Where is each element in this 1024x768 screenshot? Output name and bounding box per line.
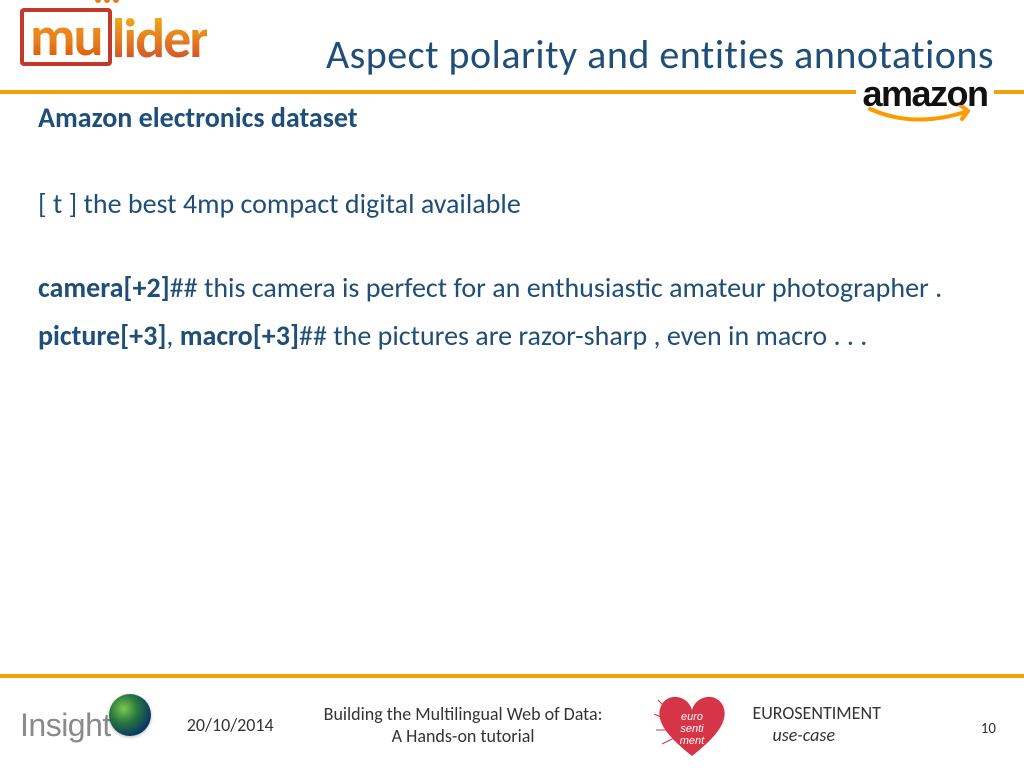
logo-mu-text: mu	[20, 8, 112, 66]
insight-text: Insight	[20, 707, 111, 744]
aspect-tag: picture[+3]	[38, 318, 166, 353]
para-text: ## this camera is perfect for an enthusi…	[170, 270, 942, 305]
footer-date: 20/10/2014	[187, 714, 274, 736]
eurosentiment-heart-icon: euro senti ment	[652, 690, 732, 760]
footer-title-line1: Building the Multilingual Web of Data:	[324, 703, 603, 726]
slide-content: Amazon electronics dataset [ t ] the bes…	[38, 100, 994, 365]
para-text: ## the pictures are razor-sharp , even i…	[299, 318, 867, 353]
logo-lider-text: lider	[112, 5, 208, 73]
eurosentiment-label: EUROSENTIMENT use-case	[752, 703, 880, 746]
slide-title: Aspect polarity and entities annotations	[326, 30, 994, 79]
aspect-tag: macro[+3]	[180, 318, 299, 353]
mulider-logo: mulider	[20, 5, 207, 73]
content-line-1: [ t ] the best 4mp compact digital avail…	[38, 185, 994, 223]
svg-text:euro: euro	[681, 711, 703, 723]
page-number: 10	[981, 720, 996, 738]
aspect-separator: ,	[166, 318, 179, 353]
svg-text:senti: senti	[681, 723, 705, 735]
globe-icon	[109, 694, 151, 736]
content-para-1: camera[+2]## this camera is perfect for …	[38, 268, 994, 309]
footer-title: Building the Multilingual Web of Data: A…	[324, 703, 603, 748]
amazon-text: amazon	[860, 80, 990, 109]
svg-text:ment: ment	[680, 735, 705, 747]
insight-logo: Insight	[20, 704, 157, 746]
euro-line2: use-case	[752, 725, 880, 747]
amazon-logo: amazon	[856, 80, 994, 127]
aspect-tag: camera[+2]	[38, 270, 170, 305]
content-subheading: Amazon electronics dataset	[38, 100, 994, 135]
footer-title-line2: A Hands-on tutorial	[324, 725, 603, 748]
divider-bottom	[0, 674, 1024, 678]
logo-dots-icon	[95, 0, 119, 3]
slide-footer: Insight 20/10/2014 Building the Multilin…	[0, 682, 1024, 768]
content-para-2: picture[+3], macro[+3]## the pictures ar…	[38, 316, 994, 357]
euro-line1: EUROSENTIMENT	[752, 703, 880, 725]
